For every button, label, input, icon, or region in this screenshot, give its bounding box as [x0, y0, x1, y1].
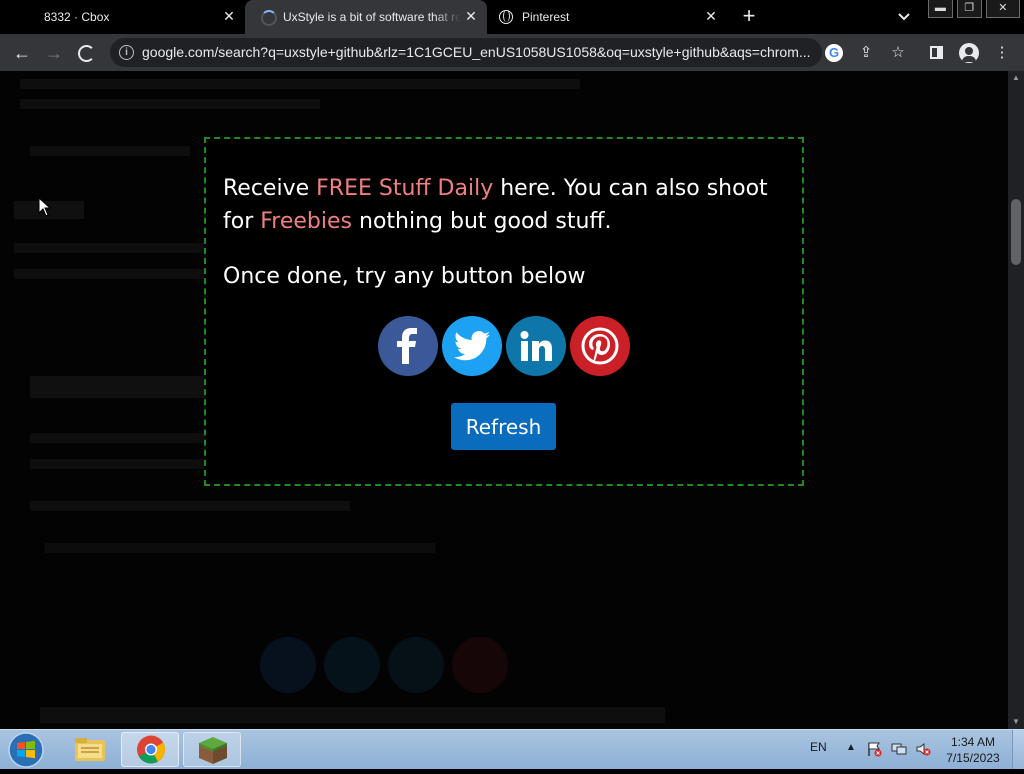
free-stuff-link[interactable]: FREE Stuff Daily — [316, 176, 493, 201]
tab-close-icon[interactable]: ✕ — [463, 8, 479, 24]
action-center-flag-icon[interactable] — [866, 741, 882, 757]
chevron-down-icon — [898, 13, 910, 21]
background-twitter-icon — [324, 637, 380, 693]
tab-close-icon[interactable]: ✕ — [221, 8, 237, 24]
tab-close-icon[interactable]: ✕ — [703, 8, 719, 24]
scroll-down-arrow-icon[interactable]: ▼ — [1008, 715, 1024, 729]
facebook-icon — [397, 328, 417, 364]
start-button[interactable] — [6, 731, 46, 769]
system-clock[interactable]: 1:34 AM 7/15/2023 — [940, 734, 1006, 766]
scroll-up-arrow-icon[interactable]: ▲ — [1008, 71, 1024, 85]
clock-time: 1:34 AM — [950, 735, 996, 749]
browser-toolbar: ← → i google.com/search?q=uxstyle+github… — [0, 34, 1024, 72]
background-text-line — [30, 433, 205, 443]
promo-modal: Receive FREE Stuff Daily here. You can a… — [204, 137, 804, 486]
menu-kebab-icon[interactable]: ⋮ — [992, 43, 1012, 63]
side-panel-icon[interactable] — [927, 43, 947, 63]
tab-title: 8332 · Cbox — [44, 10, 110, 24]
share-icon[interactable]: ⇪ — [856, 43, 876, 63]
address-bar[interactable]: i google.com/search?q=uxstyle+github&rlz… — [110, 38, 822, 67]
new-tab-button[interactable]: + — [738, 5, 760, 27]
url-text[interactable]: google.com/search?q=uxstyle+github&rlz=1… — [142, 44, 812, 60]
taskbar-minecraft[interactable] — [183, 732, 241, 767]
background-text-line — [45, 543, 435, 553]
refresh-button[interactable]: Refresh — [451, 403, 556, 450]
loading-spinner-icon — [261, 10, 277, 26]
background-text-line — [14, 243, 204, 253]
minecraft-grass-block-icon — [199, 737, 227, 764]
facebook-share-button[interactable] — [378, 316, 438, 376]
profile-avatar-icon[interactable] — [959, 43, 979, 63]
folder-icon — [75, 738, 105, 761]
windows-logo-icon — [8, 732, 44, 768]
background-text-line — [30, 459, 205, 469]
forward-button[interactable]: → — [43, 42, 65, 64]
taskbar-chrome[interactable] — [121, 732, 179, 767]
modal-message: Receive FREE Stuff Daily here. You can a… — [223, 172, 783, 238]
background-text-line — [30, 501, 350, 511]
modal-subtitle: Once done, try any button below — [223, 264, 586, 289]
maximize-button[interactable]: ❐ — [956, 0, 982, 18]
background-pinterest-icon — [452, 637, 508, 693]
language-indicator[interactable]: EN — [810, 740, 827, 754]
tab-strip: 8332 · Cbox ✕ UxStyle is a bit of softwa… — [0, 0, 1024, 34]
taskbar-file-explorer[interactable] — [60, 732, 118, 767]
clock-date: 7/15/2023 — [946, 751, 1000, 765]
tab-pinterest[interactable]: Pinterest ✕ — [487, 0, 727, 34]
google-lens-icon[interactable]: G — [825, 44, 843, 62]
background-text-line — [14, 269, 204, 279]
background-facebook-icon — [260, 637, 316, 693]
volume-muted-icon[interactable] — [915, 741, 931, 757]
message-text: Receive — [223, 176, 317, 201]
message-text: nothing but good stuff. — [352, 209, 612, 234]
tab-uxstyle-active[interactable]: UxStyle is a bit of software that re ✕ — [245, 0, 487, 34]
show-hidden-icons-arrow-icon[interactable]: ▲ — [846, 742, 856, 753]
background-text-line — [20, 79, 580, 89]
twitter-icon — [454, 331, 490, 361]
background-linkedin-icon — [388, 637, 444, 693]
loading-icon — [78, 45, 95, 62]
tab-cbox[interactable]: 8332 · Cbox ✕ — [0, 0, 245, 34]
tab-search-button[interactable] — [895, 8, 913, 26]
windows-taskbar: EN ▲ 1:34 AM 7/15/2023 — [0, 729, 1024, 769]
vertical-scrollbar[interactable]: ▲ ▼ — [1008, 71, 1024, 729]
chrome-icon — [137, 735, 165, 764]
background-heading — [30, 376, 205, 398]
linkedin-share-button[interactable] — [506, 316, 566, 376]
info-icon[interactable]: i — [119, 45, 134, 60]
bookmark-star-icon[interactable]: ☆ — [888, 43, 908, 63]
minimize-button[interactable]: ▬ — [928, 0, 953, 18]
background-text-line — [40, 707, 665, 723]
reload-button[interactable] — [75, 42, 97, 64]
back-button[interactable]: ← — [11, 42, 33, 64]
network-icon[interactable] — [891, 741, 907, 757]
close-window-button[interactable]: ✕ — [985, 0, 1020, 18]
pinterest-share-button[interactable] — [570, 316, 630, 376]
linkedin-icon — [520, 331, 552, 361]
freebies-link[interactable]: Freebies — [260, 209, 352, 234]
scrollbar-thumb[interactable] — [1011, 199, 1021, 265]
show-desktop-button[interactable] — [1012, 730, 1024, 769]
tab-title: Pinterest — [522, 10, 570, 24]
tab-title: UxStyle is a bit of software that re — [283, 10, 461, 24]
mouse-pointer-icon — [38, 197, 52, 217]
pinterest-icon — [581, 327, 619, 365]
globe-icon — [499, 10, 513, 24]
background-text-line — [30, 146, 190, 156]
background-text-line — [20, 99, 320, 109]
twitter-share-button[interactable] — [442, 316, 502, 376]
window-controls: ▬ ❐ ✕ — [928, 0, 1024, 20]
